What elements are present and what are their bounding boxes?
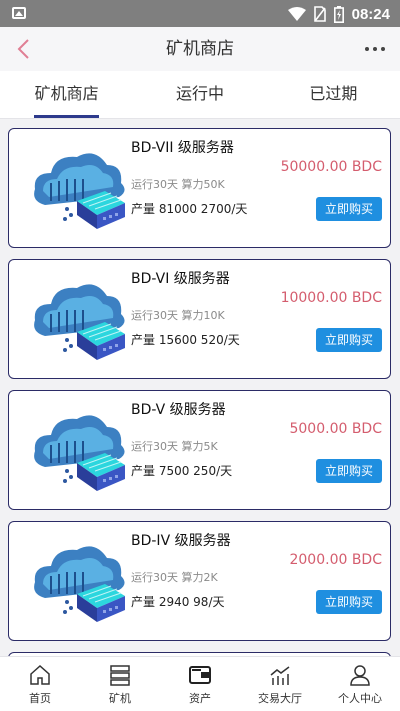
nav-bar: 矿机商店 (0, 27, 400, 71)
page-title: 矿机商店 (166, 39, 234, 59)
bottom-nav-label: 交易大厅 (258, 692, 302, 705)
bottom-nav-miner[interactable]: 矿机 (80, 657, 160, 711)
home-icon (30, 664, 50, 685)
product-output: 产量 81000 2700/天 (131, 202, 248, 216)
product-meta: 运行30天 算力50K (131, 178, 225, 191)
product-card[interactable]: BD-IV 级服务器 2000.00 BDC 运行30天 算力2K 产量 294… (8, 521, 391, 641)
product-card[interactable]: BD-V 级服务器 5000.00 BDC 运行30天 算力5K 产量 7500… (8, 390, 391, 510)
cloud-server-image (34, 546, 125, 622)
bottom-nav: 首页 矿机 资产 交易大厅 个人中心 (0, 656, 400, 711)
bottom-nav-profile[interactable]: 个人中心 (320, 657, 400, 711)
wifi-icon (287, 7, 306, 21)
product-card[interactable]: BD-VI 级服务器 10000.00 BDC 运行30天 算力10K 产量 1… (8, 259, 391, 379)
no-sim-icon (313, 6, 326, 22)
product-price: 50000.00 BDC (280, 159, 382, 175)
cloud-server-image (34, 284, 125, 360)
product-name: BD-IV 级服务器 (131, 533, 231, 549)
bottom-nav-label: 个人中心 (338, 692, 382, 705)
product-price: 5000.00 BDC (289, 421, 382, 437)
user-icon (350, 665, 370, 686)
product-name: BD-VI 级服务器 (131, 271, 230, 287)
status-time: 08:24 (351, 5, 390, 23)
cloud-server-image (34, 415, 125, 491)
product-output: 产量 15600 520/天 (131, 333, 240, 347)
product-price: 2000.00 BDC (289, 552, 382, 568)
battery-charging-icon (333, 5, 344, 23)
tab-store[interactable]: 矿机商店 (0, 71, 133, 118)
product-meta: 运行30天 算力10K (131, 309, 225, 322)
bottom-nav-label: 首页 (29, 692, 51, 705)
product-name: BD-VII 级服务器 (131, 140, 234, 156)
product-list: BD-VII 级服务器 50000.00 BDC 运行30天 算力50K 产量 … (0, 120, 400, 656)
product-name: BD-V 级服务器 (131, 402, 226, 418)
image-icon (12, 7, 26, 19)
bottom-nav-trade[interactable]: 交易大厅 (240, 657, 320, 711)
buy-button[interactable]: 立即购买 (316, 459, 382, 483)
product-meta: 运行30天 算力5K (131, 440, 218, 453)
bottom-nav-assets[interactable]: 资产 (160, 657, 240, 711)
product-output: 产量 2940 98/天 (131, 595, 225, 609)
more-horizontal-icon[interactable] (360, 35, 390, 63)
buy-button[interactable]: 立即购买 (316, 328, 382, 352)
bottom-nav-label: 矿机 (109, 692, 131, 705)
cloud-server-image (34, 153, 125, 229)
buy-button[interactable]: 立即购买 (316, 590, 382, 614)
server-icon (110, 665, 130, 686)
product-card[interactable]: BD-VII 级服务器 50000.00 BDC 运行30天 算力50K 产量 … (8, 128, 391, 248)
wallet-icon (189, 666, 211, 684)
status-bar: 08:24 (0, 0, 400, 27)
tab-expired[interactable]: 已过期 (267, 71, 400, 118)
product-meta: 运行30天 算力2K (131, 571, 218, 584)
buy-button[interactable]: 立即购买 (316, 197, 382, 221)
bottom-nav-label: 资产 (189, 692, 211, 705)
bottom-nav-home[interactable]: 首页 (0, 657, 80, 711)
tab-running[interactable]: 运行中 (133, 71, 266, 118)
tab-bar: 矿机商店 运行中 已过期 (0, 71, 400, 119)
product-price: 10000.00 BDC (280, 290, 382, 306)
chart-icon (270, 666, 290, 685)
product-output: 产量 7500 250/天 (131, 464, 233, 478)
